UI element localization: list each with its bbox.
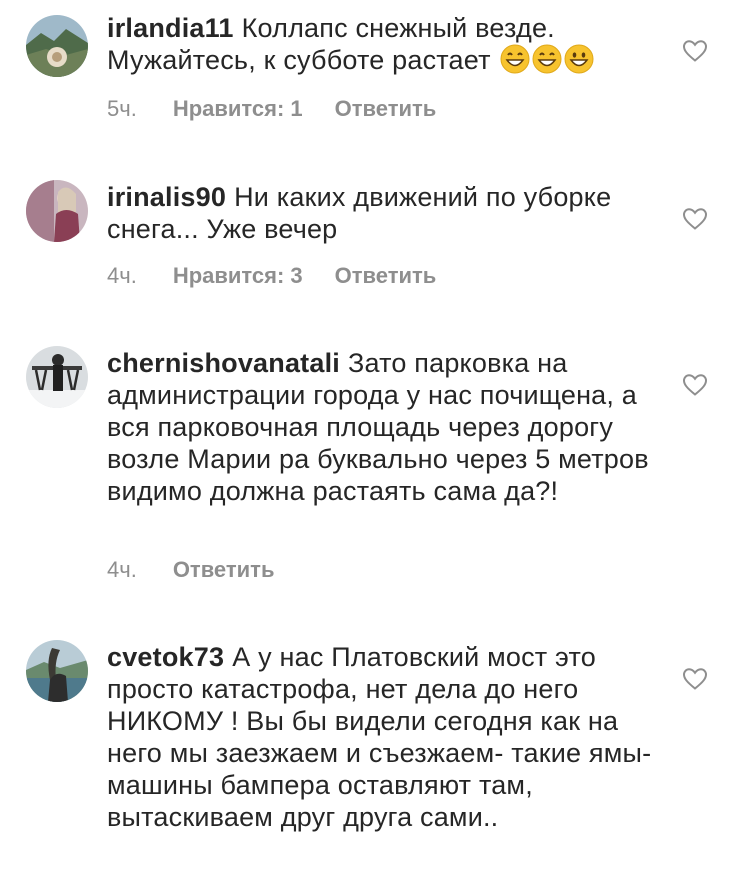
heart-icon[interactable] [682, 207, 708, 231]
comment-timestamp: 5ч. [107, 96, 137, 121]
reply-button[interactable]: Ответить [335, 262, 437, 290]
avatar-image [26, 180, 88, 242]
comment-username[interactable]: cvetok73 [107, 642, 224, 672]
grinning-face-icon [564, 44, 594, 74]
comment-meta: 4ч. Ответить [107, 556, 274, 584]
comment-username[interactable]: irinalis90 [107, 182, 226, 212]
comment-username[interactable]: chernishovanatali [107, 348, 340, 378]
comment-body: irlandia11 Коллапс снежный везде. Мужайте… [107, 12, 655, 76]
avatar[interactable] [26, 640, 88, 702]
comment-likes-count[interactable]: Нравится: 1 [173, 95, 303, 123]
grinning-face-with-smiling-eyes-icon [532, 44, 562, 74]
comment-likes-count[interactable]: Нравится: 3 [173, 262, 303, 290]
heart-icon[interactable] [682, 667, 708, 691]
avatar-image [26, 15, 88, 77]
reply-button[interactable]: Ответить [335, 95, 437, 123]
comment-timestamp: 4ч. [107, 263, 137, 288]
comment-meta: 4ч. Нравится: 3 Ответить [107, 262, 436, 290]
comment-body: irinalis90 Ни каких движений по уборке сн… [107, 181, 655, 245]
comment-body: cvetok73 А у нас Платовский мост это прос… [107, 641, 655, 833]
comment-username[interactable]: irlandia11 [107, 13, 234, 43]
reply-button[interactable]: Ответить [173, 556, 275, 584]
avatar[interactable] [26, 15, 88, 77]
avatar-image [26, 346, 88, 408]
heart-icon[interactable] [682, 373, 708, 397]
comment-meta: 5ч. Нравится: 1 Ответить [107, 95, 436, 123]
comment-body: chernishovanatali Зато парковка на админи… [107, 347, 655, 507]
avatar[interactable] [26, 180, 88, 242]
comment-timestamp: 4ч. [107, 557, 137, 582]
avatar-image [26, 640, 88, 702]
heart-icon[interactable] [682, 39, 708, 63]
grinning-face-with-smiling-eyes-icon [500, 44, 530, 74]
avatar[interactable] [26, 346, 88, 408]
